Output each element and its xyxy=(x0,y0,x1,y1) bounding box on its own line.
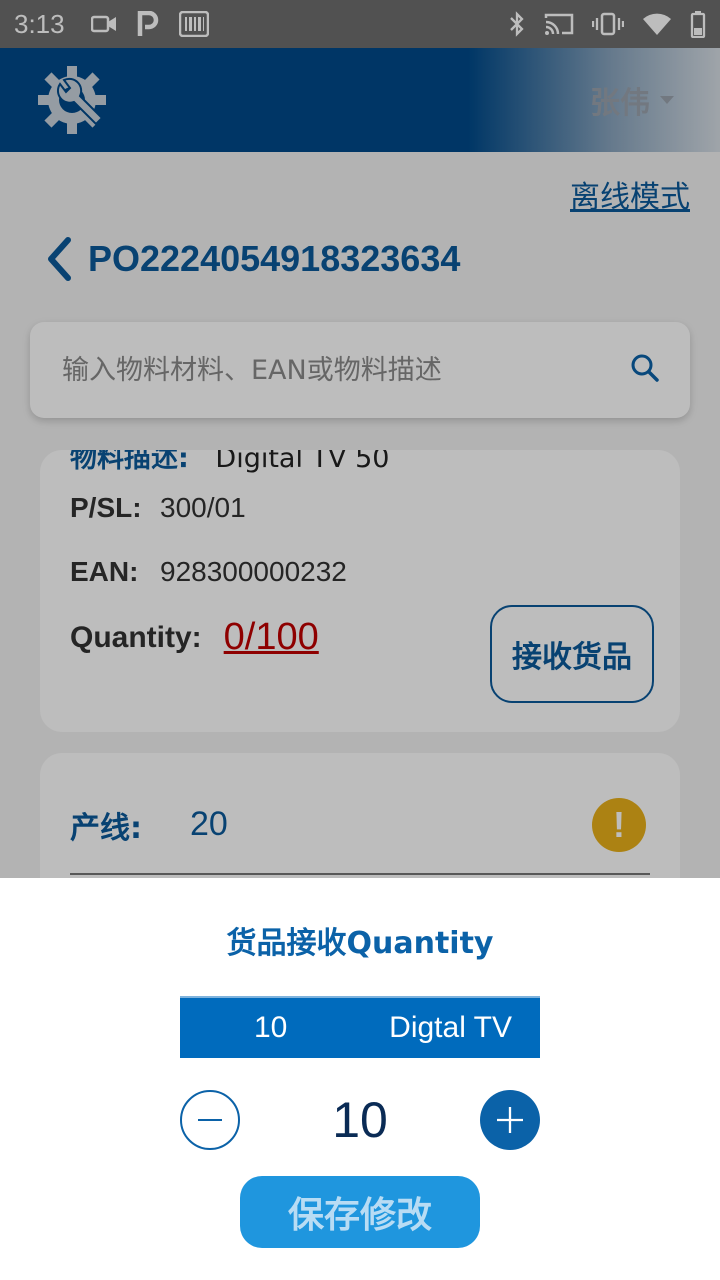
quantity-stepper: 10 xyxy=(180,1090,540,1150)
quantity-input[interactable]: 10 xyxy=(270,1090,450,1150)
plus-icon xyxy=(497,1107,523,1133)
app-screen: 3:13 张伟 离线模式 PO2224054918323634 输入物料材料、E… xyxy=(0,0,720,1280)
decrement-button[interactable] xyxy=(180,1090,240,1150)
minus-icon xyxy=(198,1119,222,1121)
info-quantity: 10 xyxy=(254,1011,288,1044)
sheet-title: 货品接收Quantity xyxy=(226,926,494,961)
increment-button[interactable] xyxy=(480,1090,540,1150)
item-info-bar: 10 Digtal TV xyxy=(180,996,540,1058)
save-changes-button[interactable]: 保存修改 xyxy=(240,1176,480,1248)
receive-quantity-sheet: 货品接收Quantity 10 Digtal TV 10 保存修改 xyxy=(0,878,720,1280)
info-item-name: Digtal TV xyxy=(389,1011,512,1044)
